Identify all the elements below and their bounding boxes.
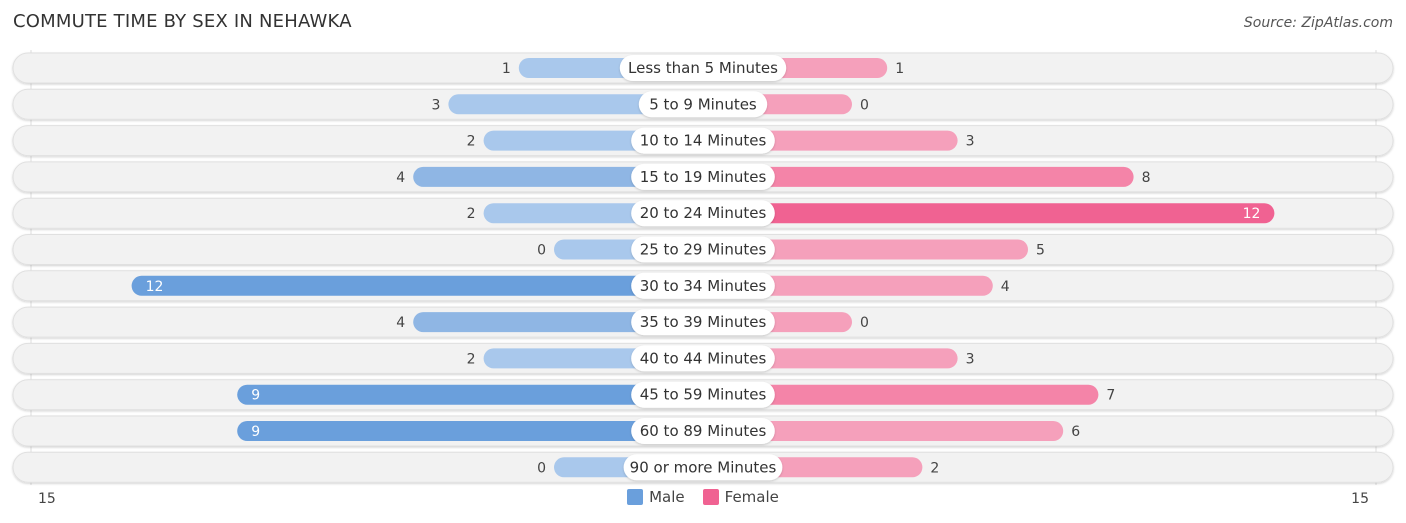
value-label-female: 6: [1071, 424, 1080, 440]
category-label: 60 to 89 Minutes: [640, 422, 767, 440]
category-label: 5 to 9 Minutes: [649, 95, 757, 113]
category-label: 90 or more Minutes: [630, 458, 777, 476]
legend-label-male: Male: [649, 488, 685, 506]
chart-area: Less than 5 Minutes 1 1 5 to 9 Minutes 3 0 10 …: [12, 50, 1394, 507]
value-label-female: 4: [1001, 279, 1010, 295]
value-label-female: 1: [895, 61, 904, 77]
value-label-male: 2: [467, 134, 476, 150]
value-label-male: 9: [251, 388, 260, 404]
legend-item-female[interactable]: Female: [702, 488, 779, 506]
category-label: 25 to 29 Minutes: [640, 241, 767, 259]
value-label-male: 9: [251, 424, 260, 440]
value-label-male: 1: [502, 61, 511, 77]
value-label-female: 7: [1106, 388, 1115, 404]
value-label-male: 2: [467, 351, 476, 367]
legend-swatch-female: [702, 489, 719, 505]
value-label-female: 8: [1142, 170, 1151, 186]
value-label-female: 3: [966, 134, 975, 150]
legend-label-female: Female: [724, 488, 779, 506]
value-label-male: 0: [537, 243, 546, 259]
category-label: 35 to 39 Minutes: [640, 313, 767, 331]
value-label-female: 0: [860, 315, 869, 331]
value-label-female: 2: [930, 460, 939, 476]
value-label-male: 12: [146, 279, 164, 295]
legend: Male Female: [0, 488, 1406, 506]
value-label-male: 4: [396, 315, 405, 331]
value-label-female: 0: [860, 97, 869, 113]
value-label-male: 3: [431, 97, 440, 113]
category-label: 30 to 34 Minutes: [640, 277, 767, 295]
value-label-female: 5: [1036, 243, 1045, 259]
bar-female: [703, 203, 1275, 224]
bar-male: [131, 275, 704, 296]
value-label-female: 12: [1243, 206, 1261, 222]
legend-item-male[interactable]: Male: [627, 488, 685, 506]
category-label: 15 to 19 Minutes: [640, 168, 767, 186]
category-label: Less than 5 Minutes: [628, 59, 778, 77]
category-label: 10 to 14 Minutes: [640, 132, 767, 150]
value-label-male: 2: [467, 206, 476, 222]
value-label-female: 3: [966, 351, 975, 367]
value-label-male: 0: [537, 460, 546, 476]
category-label: 40 to 44 Minutes: [640, 349, 767, 367]
category-label: 20 to 24 Minutes: [640, 204, 767, 222]
category-label: 45 to 59 Minutes: [640, 386, 767, 404]
value-label-male: 4: [396, 170, 405, 186]
legend-swatch-male: [627, 489, 644, 505]
